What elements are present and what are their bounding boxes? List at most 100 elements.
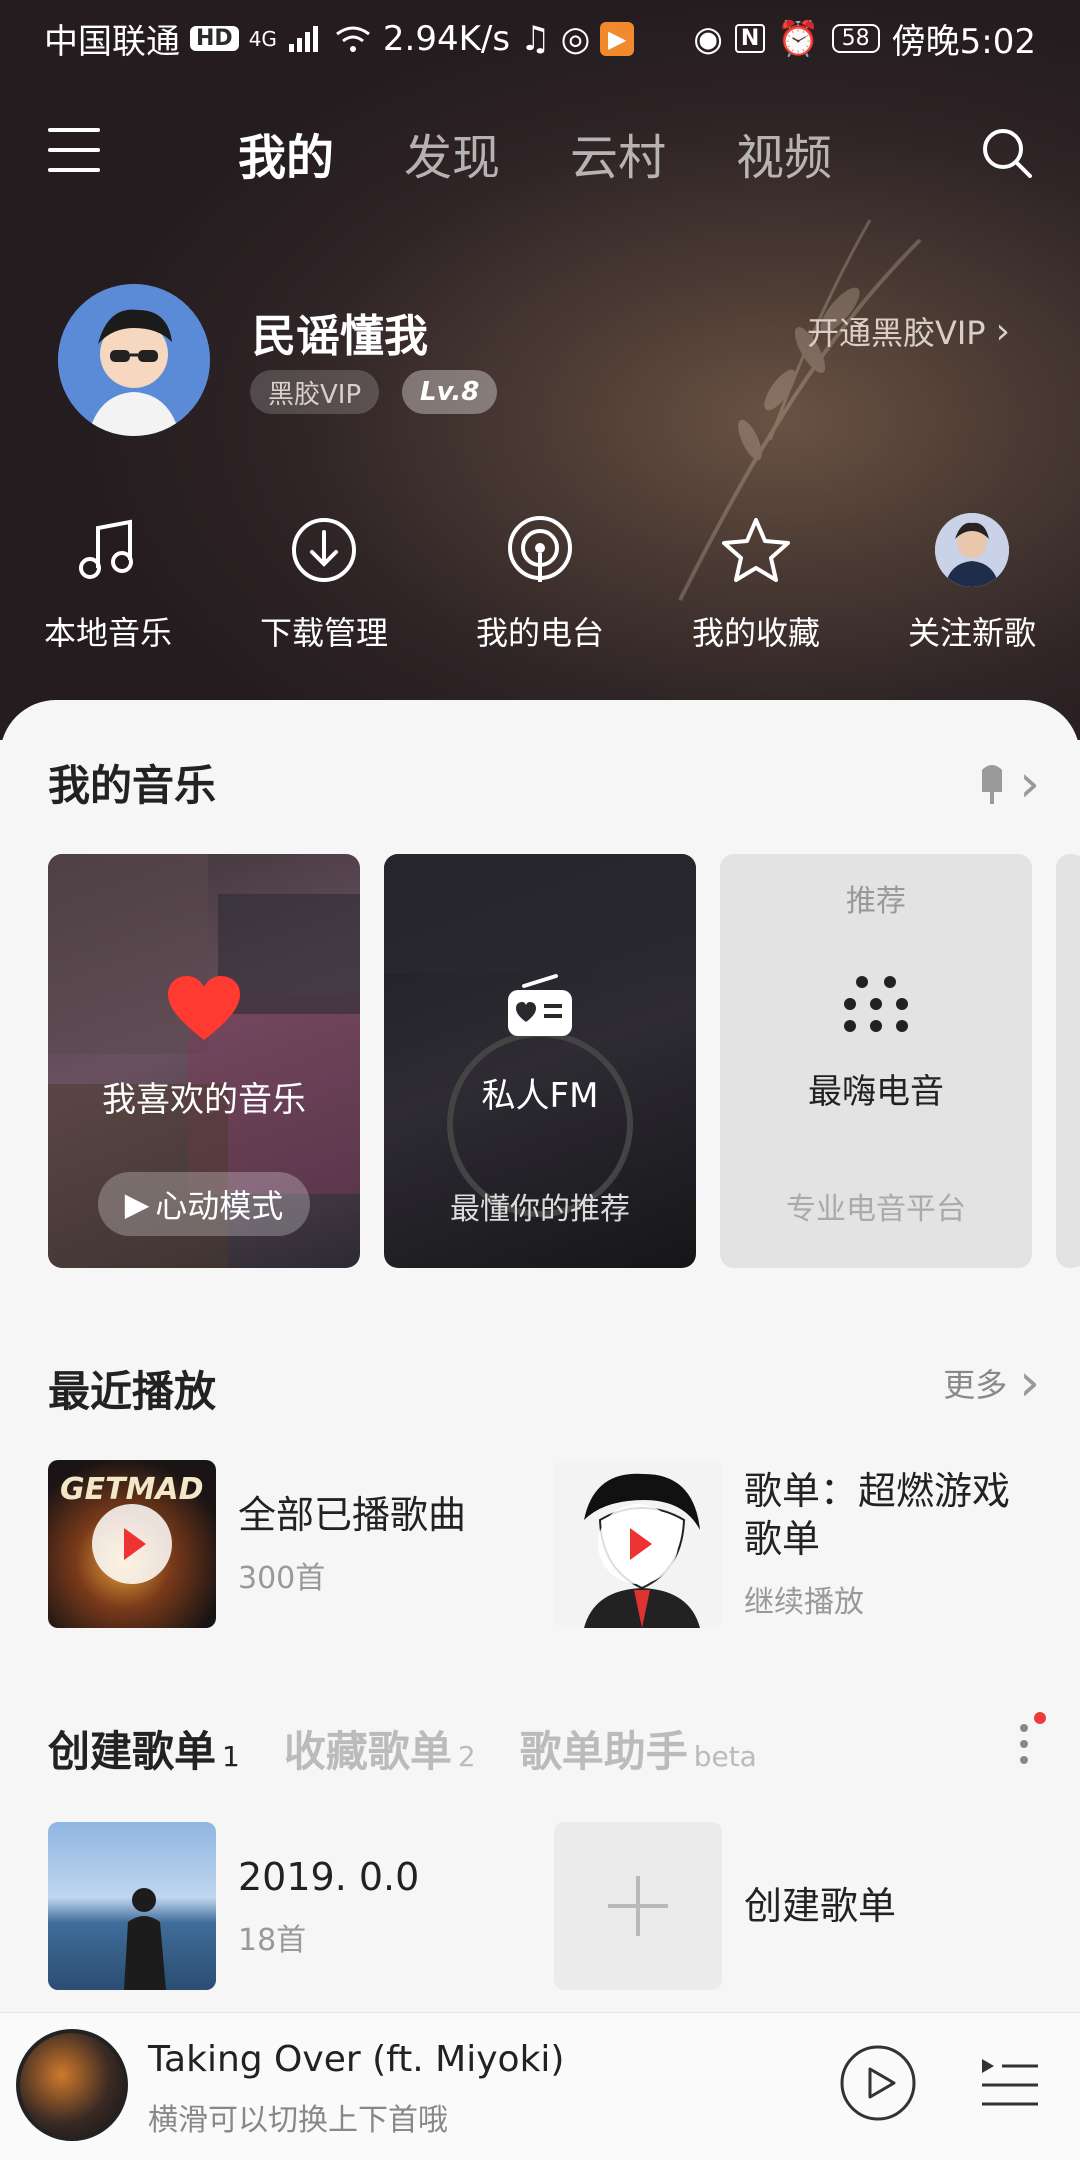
private-fm-card[interactable]: 私人FM 最懂你的推荐	[384, 854, 696, 1268]
netease-status-icon: ◎	[560, 18, 591, 59]
popsicle-icon[interactable]	[977, 762, 1007, 806]
now-playing-title: Taking Over (ft. Miyoki)	[148, 2039, 565, 2080]
tab-label: 收藏歌单	[283, 1727, 452, 1776]
private-fm-label: 私人FM	[481, 1076, 599, 1116]
favorite-music-card[interactable]: 我喜欢的音乐 ▶ 心动模式	[48, 854, 360, 1268]
carrier-label: 中国联通	[44, 22, 180, 62]
recent-more-label: 更多	[943, 1366, 1008, 1404]
quick-follow-new-songs[interactable]: 关注新歌	[864, 510, 1080, 670]
private-fm-subtitle: 最懂你的推荐	[450, 1192, 630, 1227]
tab-count: beta	[693, 1740, 757, 1773]
radio-icon	[508, 974, 572, 1036]
create-playlist-label: 创建歌单	[744, 1884, 897, 1928]
open-vip-link[interactable]: 开通黑胶VIP ›	[807, 308, 1010, 354]
network-type: 4G	[248, 26, 277, 51]
chevron-right-icon: ›	[1019, 1353, 1040, 1413]
heartbeat-mode-label: 心动模式	[155, 1187, 284, 1225]
tab-count: 1	[222, 1740, 240, 1773]
battery-icon: 58	[831, 24, 880, 53]
tab-video[interactable]: 视频	[736, 118, 832, 188]
tab-cloud-village[interactable]: 云村	[570, 118, 666, 188]
recent-item-all-played[interactable]: GETMAD 全部已播歌曲 300首	[48, 1460, 466, 1628]
app-screen: 中国联通 HD 4G 2.94K/s ♫ ◎ ▶ ◉ N ⏰ 58 傍晚5:02…	[0, 0, 1080, 2160]
quick-label: 关注新歌	[907, 614, 1036, 652]
wifi-icon	[336, 26, 370, 52]
radio-podcast-icon	[508, 516, 572, 582]
recent-item-subtitle: 继续播放	[744, 1585, 864, 1620]
playlist-count: 18首	[238, 1923, 307, 1958]
tab-count: 2	[457, 1740, 476, 1773]
nfc-icon: N	[734, 24, 766, 53]
album-cover: GETMAD	[48, 1460, 216, 1628]
favorite-music-label: 我喜欢的音乐	[102, 1080, 306, 1120]
quick-label: 下载管理	[259, 614, 388, 652]
playlist-tabs: 创建歌单 1 收藏歌单 2 歌单助手 beta	[48, 1718, 757, 1779]
play-button-icon[interactable]	[838, 2043, 918, 2123]
my-music-actions: ›	[977, 754, 1040, 814]
quick-download-manager[interactable]: 下载管理	[216, 510, 432, 670]
tab-created-playlists[interactable]: 创建歌单 1	[48, 1718, 240, 1779]
recent-item-title: 全部已播歌曲	[238, 1493, 467, 1537]
tab-mine[interactable]: 我的	[238, 118, 334, 188]
create-playlist-button[interactable]: 创建歌单	[554, 1822, 896, 1990]
person-silhouette	[124, 1888, 166, 1990]
electronic-dots-icon	[844, 976, 908, 1032]
quick-label: 本地音乐	[43, 614, 172, 652]
level-badge[interactable]: Lv.8	[402, 370, 498, 414]
next-card-peek[interactable]	[1056, 854, 1080, 1268]
username[interactable]: 民谣懂我	[252, 300, 428, 364]
playlist-queue-icon[interactable]	[980, 2057, 1040, 2113]
quick-local-music[interactable]: 本地音乐	[0, 510, 216, 670]
search-icon[interactable]	[980, 126, 1034, 180]
play-icon	[92, 1504, 172, 1584]
recommend-card[interactable]: 推荐 最嗨电音 专业电音平台	[720, 854, 1032, 1268]
recent-item-title: 歌单：超燃游戏歌单	[744, 1469, 1011, 1561]
playlist-item[interactable]: 2019. 0.0 18首	[48, 1822, 419, 1990]
vip-badge[interactable]: 黑胶VIP	[250, 370, 380, 414]
main-tabs: 我的 发现 云村 视频	[238, 118, 832, 188]
user-avatar[interactable]	[58, 284, 210, 436]
plus-icon	[554, 1822, 722, 1990]
now-playing-cover[interactable]	[16, 2029, 128, 2141]
video-app-icon: ▶	[600, 21, 635, 56]
avatar-illustration	[58, 284, 210, 436]
chevron-right-icon[interactable]: ›	[1019, 754, 1040, 814]
recent-more-link[interactable]: 更多 ›	[943, 1353, 1040, 1413]
menu-icon[interactable]	[48, 128, 100, 172]
tab-discover[interactable]: 发现	[404, 118, 500, 188]
recent-item-subtitle: 300首	[238, 1561, 326, 1596]
signal-icon	[288, 25, 318, 52]
quick-my-favorites[interactable]: 我的收藏	[648, 510, 864, 670]
music-note-icon	[79, 519, 133, 579]
now-playing-hint: 横滑可以切换上下首哦	[148, 2103, 448, 2138]
heartbeat-mode-button[interactable]: ▶ 心动模式	[98, 1172, 310, 1236]
recommend-label: 最嗨电音	[808, 1072, 944, 1112]
artist-avatar-image	[935, 513, 1009, 587]
recent-title: 最近播放	[48, 1367, 217, 1416]
chevron-right-icon: ›	[995, 310, 1010, 352]
playlist-title: 2019. 0.0	[238, 1855, 420, 1899]
hd-icon: HD	[190, 26, 239, 51]
quick-label: 我的收藏	[691, 614, 820, 652]
play-triangle-icon: ▶	[124, 1185, 150, 1223]
tab-label: 歌单助手	[519, 1727, 688, 1776]
tab-playlist-assistant[interactable]: 歌单助手 beta	[520, 1718, 757, 1779]
cover-art-text: GETMAD	[60, 1472, 204, 1507]
playlist-cover	[554, 1460, 722, 1628]
alarm-icon: ⏰	[777, 18, 820, 59]
tab-collected-playlists[interactable]: 收藏歌单 2	[284, 1718, 476, 1779]
star-icon	[722, 518, 790, 582]
recommend-tag: 推荐	[846, 884, 906, 919]
recommend-subtitle: 专业电音平台	[786, 1192, 966, 1227]
quick-my-radio[interactable]: 我的电台	[432, 510, 648, 670]
notification-dot	[1034, 1712, 1046, 1724]
play-icon	[598, 1504, 678, 1584]
more-vertical-icon[interactable]	[1018, 1722, 1030, 1766]
playlist-cover	[48, 1822, 216, 1990]
artist-avatar	[932, 510, 1012, 590]
download-icon	[292, 518, 356, 582]
mini-player[interactable]: Taking Over (ft. Miyoki) 横滑可以切换上下首哦	[0, 2012, 1080, 2160]
recent-item-playlist[interactable]: 歌单：超燃游戏歌单 继续播放	[554, 1460, 1034, 1628]
quick-menu: 本地音乐 下载管理 我的电台 我的收藏 关注新歌	[0, 510, 1080, 670]
tab-label: 创建歌单	[48, 1727, 217, 1776]
